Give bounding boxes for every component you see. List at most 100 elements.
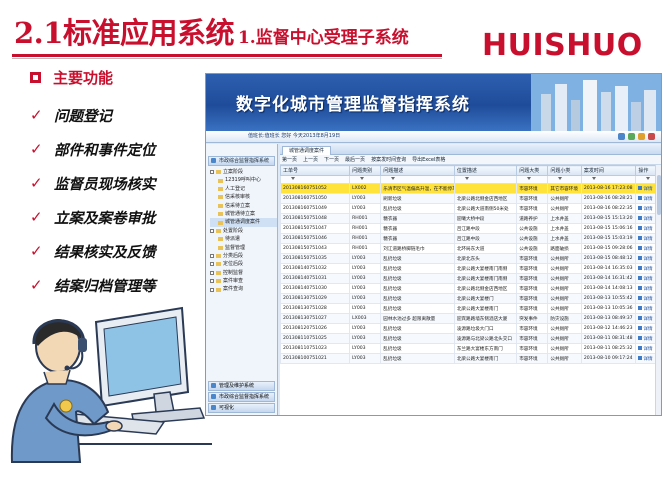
expand-toggle-icon[interactable] bbox=[210, 270, 214, 275]
detail-link[interactable]: 详情 bbox=[643, 277, 652, 282]
column-header[interactable]: 问题大类 bbox=[516, 165, 549, 176]
tab-dispatch-cases[interactable]: 城管通调度案件 bbox=[282, 146, 332, 155]
sidebar-tree-item[interactable]: 12319呼叫中心 bbox=[210, 176, 277, 184]
detail-link[interactable]: 详情 bbox=[643, 337, 652, 342]
filter-icon[interactable] bbox=[558, 177, 563, 180]
detail-icon[interactable] bbox=[638, 226, 643, 230]
refresh-icon[interactable] bbox=[628, 133, 635, 140]
table-row[interactable]: 201308150751047 RH001 糖衣器 吕江路中段 公共设施 上水井盖 2013… bbox=[279, 223, 661, 234]
column-header[interactable]: 案发时间 bbox=[580, 165, 637, 176]
column-filter[interactable] bbox=[453, 175, 518, 184]
column-filter[interactable] bbox=[380, 175, 455, 184]
expand-toggle-icon[interactable] bbox=[210, 279, 214, 284]
table-row[interactable]: 201308150751035 LY003 乱扔垃圾 北梁北东头 市容环境 公共厕所 201… bbox=[279, 253, 661, 264]
column-header[interactable]: 问题小类 bbox=[547, 165, 582, 176]
filter-icon[interactable] bbox=[291, 177, 295, 180]
detail-link[interactable]: 详情 bbox=[643, 317, 652, 322]
table-row[interactable]: 201308150751048 RH001 糖衣器 迎曦大桥中段 道路养护 上水井盖 201… bbox=[279, 213, 661, 224]
help-icon[interactable] bbox=[638, 133, 645, 140]
expand-toggle-icon[interactable] bbox=[210, 228, 214, 233]
filter-icon[interactable] bbox=[360, 177, 365, 180]
table-row[interactable]: 201308160751050 LY003 刷新垃圾 北梁公路北侧金店西地区 市容环境公… bbox=[279, 193, 661, 204]
column-filter[interactable] bbox=[516, 175, 549, 184]
detail-link[interactable]: 详情 bbox=[643, 237, 652, 242]
sidebar-panel-button[interactable]: 可视化 bbox=[208, 403, 275, 413]
filter-icon[interactable] bbox=[591, 177, 596, 180]
detail-icon[interactable] bbox=[638, 336, 643, 340]
sidebar-panel-button[interactable]: 市政综合监督指挥系统 bbox=[208, 392, 275, 402]
column-header[interactable]: 问题类别 bbox=[349, 165, 382, 176]
detail-link[interactable]: 详情 bbox=[643, 297, 652, 302]
sidebar-tree-item[interactable]: 案件审查 bbox=[210, 277, 277, 285]
table-row[interactable]: 201308110751025 LY003 乱扔垃圾 凌源路与北梁公路北头交口 市容环境… bbox=[279, 333, 661, 344]
detail-icon[interactable] bbox=[638, 266, 643, 270]
toolbar-button[interactable]: 下一页 bbox=[324, 156, 339, 163]
detail-link[interactable]: 详情 bbox=[643, 347, 652, 352]
detail-icon[interactable] bbox=[638, 306, 643, 310]
table-row[interactable]: 201308130751028 LY003 乱扔垃圾 北梁公路大宴楼南门 市容环境 公共厕… bbox=[279, 303, 661, 314]
detail-icon[interactable] bbox=[638, 276, 643, 280]
column-header[interactable]: 工单号 bbox=[279, 165, 351, 176]
sidebar-tree-item[interactable]: 案件查询 bbox=[210, 285, 277, 293]
expand-toggle-icon[interactable] bbox=[210, 287, 214, 292]
sidebar-tree-item[interactable]: 定位后段 bbox=[210, 260, 277, 268]
sidebar-tree-item[interactable]: 立案阶段 bbox=[210, 168, 277, 176]
sidebar-tree-item[interactable]: 待派遣 bbox=[210, 235, 277, 243]
detail-link[interactable]: 详情 bbox=[643, 207, 652, 212]
column-filter[interactable] bbox=[547, 175, 582, 184]
sidebar-tree-item[interactable]: 控制监督 bbox=[210, 269, 277, 277]
sidebar-tree-item[interactable]: 城管通待立案 bbox=[210, 210, 277, 218]
detail-icon[interactable] bbox=[638, 316, 643, 320]
detail-icon[interactable] bbox=[638, 356, 643, 360]
toolbar-button[interactable]: 上一页 bbox=[303, 156, 318, 163]
expand-toggle-icon[interactable] bbox=[210, 254, 214, 259]
toolbar-button[interactable]: 第一页 bbox=[282, 156, 297, 163]
toolbar-button[interactable]: 最后一页 bbox=[345, 156, 365, 163]
detail-link[interactable]: 详情 bbox=[643, 267, 652, 272]
filter-icon[interactable] bbox=[464, 177, 469, 180]
filter-icon[interactable] bbox=[391, 177, 396, 180]
detail-link[interactable]: 详情 bbox=[643, 357, 652, 362]
toolbar-button[interactable]: 按案发时间查询 bbox=[371, 156, 406, 163]
detail-link[interactable]: 详情 bbox=[643, 287, 652, 292]
detail-link[interactable]: 详情 bbox=[643, 227, 652, 232]
sidebar-tree-item[interactable]: 信采核审核 bbox=[210, 193, 277, 201]
detail-icon[interactable] bbox=[638, 186, 643, 190]
table-row[interactable]: 201308150751043 RH001 刘江道路桥脚链毛巾 北环局东大道 公共设施路… bbox=[279, 243, 661, 254]
home-icon[interactable] bbox=[618, 133, 625, 140]
detail-link[interactable]: 详情 bbox=[643, 247, 652, 252]
filter-icon[interactable] bbox=[646, 177, 651, 180]
detail-icon[interactable] bbox=[638, 246, 643, 250]
column-filter[interactable] bbox=[580, 175, 637, 184]
table-row[interactable]: 201308150751046 RH001 糖衣器 吕江路中段 公共设施 上水井盖 2013… bbox=[279, 233, 661, 244]
toolbar-button[interactable]: 导出Excel表格 bbox=[412, 156, 445, 163]
sidebar-panel-button[interactable]: 管理及维护系统 bbox=[208, 381, 275, 391]
sidebar-tree-item[interactable]: 分类后段 bbox=[210, 252, 277, 260]
detail-icon[interactable] bbox=[638, 206, 643, 210]
sidebar-tree-item[interactable]: 城管通调度案件 bbox=[210, 218, 277, 227]
sidebar-tree-item[interactable]: 处置阶段 bbox=[210, 227, 277, 235]
detail-link[interactable]: 详情 bbox=[643, 217, 652, 222]
sidebar-tree-item[interactable]: 监督管理 bbox=[210, 244, 277, 252]
table-row[interactable]: 201308160751052LX002乐清市区气温偏高升温，在不能停车于汽车站… bbox=[279, 183, 661, 194]
table-row[interactable]: 201308120751026 LY003 乱扔垃圾 凌源路垃圾大门口 市容环境 公共厕所… bbox=[279, 323, 661, 334]
column-header[interactable]: 位置描述 bbox=[453, 165, 518, 176]
table-row[interactable]: 201308140751031 LY003 乱扔垃圾 北梁公路大宴楼南门南侧 市容环境公… bbox=[279, 273, 661, 284]
expand-toggle-icon[interactable] bbox=[210, 170, 214, 175]
column-filter[interactable] bbox=[279, 175, 351, 184]
table-row[interactable]: 201308140751032 LY003 乱扔垃圾 北梁公路大宴楼南门南侧 市容环境公… bbox=[279, 263, 661, 274]
detail-link[interactable]: 详情 bbox=[643, 327, 652, 332]
detail-link[interactable]: 详情 bbox=[643, 197, 652, 202]
detail-icon[interactable] bbox=[638, 236, 643, 240]
table-row[interactable]: 201308160751049 LY003 乱扔垃圾 北梁公路大道南侧50米处 市容环境… bbox=[279, 203, 661, 214]
sidebar-header[interactable]: 市政综合监督指挥系统 bbox=[208, 156, 275, 166]
detail-link[interactable]: 详情 bbox=[643, 307, 652, 312]
detail-icon[interactable] bbox=[638, 296, 643, 300]
detail-link[interactable]: 详情 bbox=[643, 257, 652, 262]
detail-icon[interactable] bbox=[638, 326, 643, 330]
exit-icon[interactable] bbox=[648, 133, 655, 140]
expand-toggle-icon[interactable] bbox=[210, 262, 214, 267]
table-row[interactable]: 201308140751030 LY003 乱扔垃圾 北梁公路北侧金店西地区 市容环境公… bbox=[279, 283, 661, 294]
column-header[interactable]: 问题描述 bbox=[380, 165, 455, 176]
table-scrollbar[interactable] bbox=[655, 165, 661, 415]
